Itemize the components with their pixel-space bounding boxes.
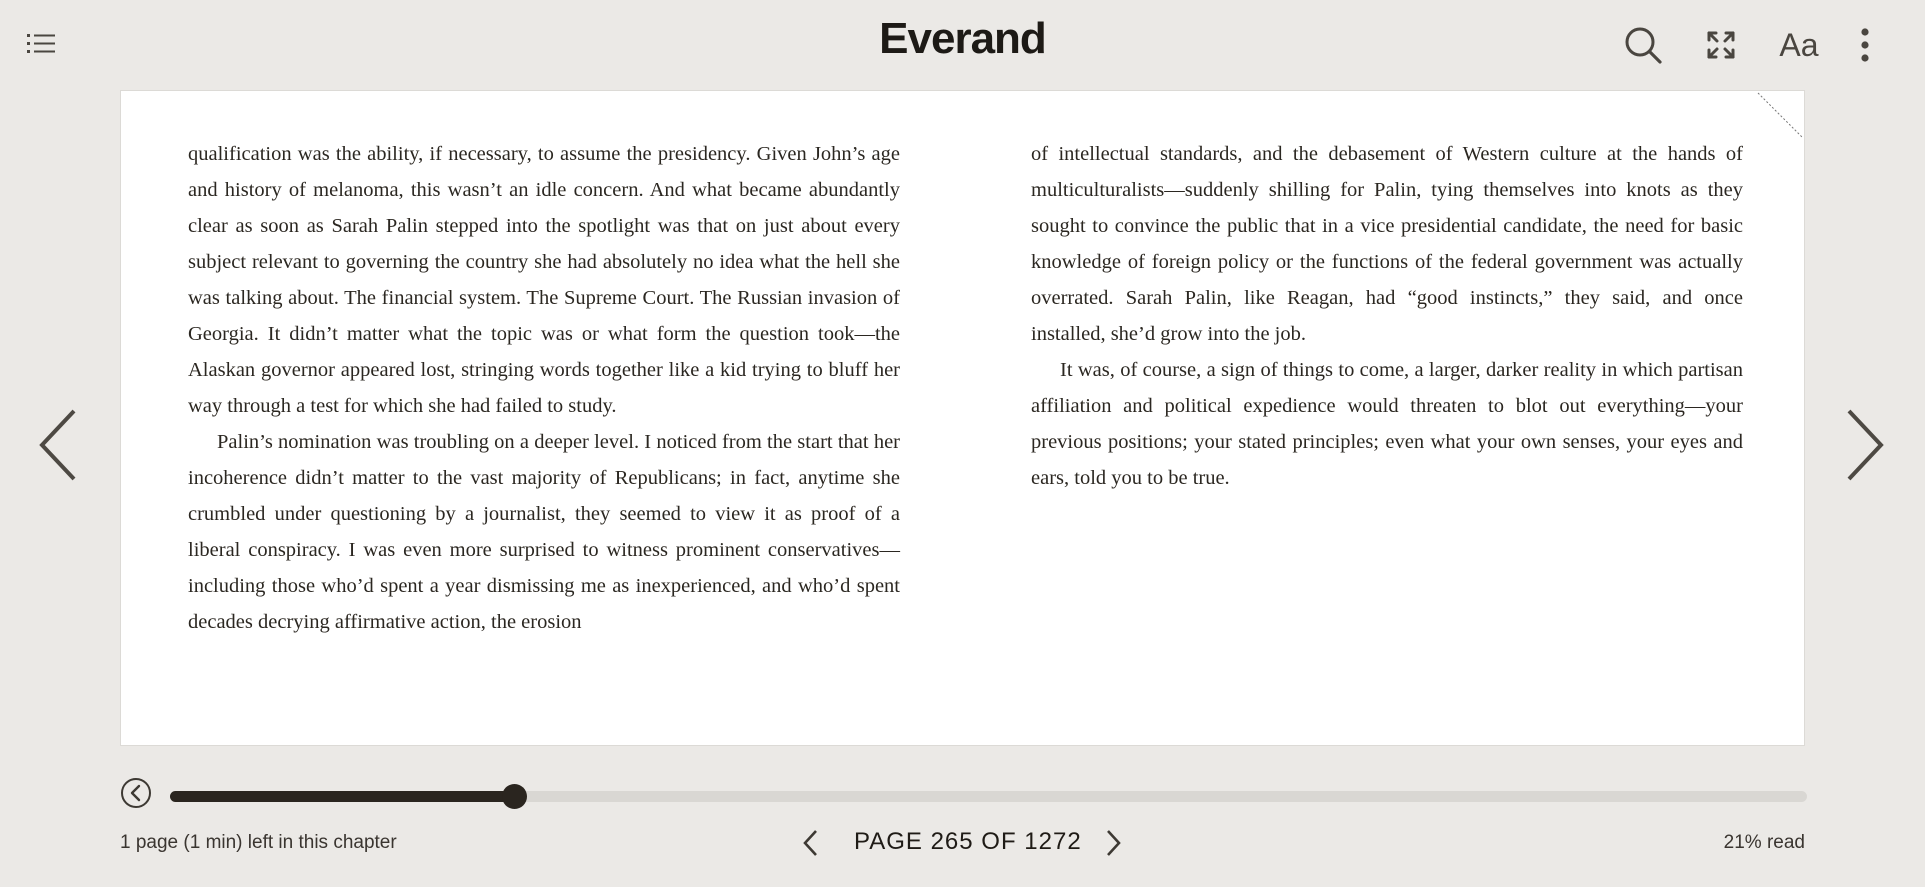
chevron-left-icon: [39, 409, 76, 481]
progress-thumb[interactable]: [501, 784, 527, 809]
paragraph: Palin’s nomination was troubling on a de…: [188, 431, 900, 633]
reading-progress-slider[interactable]: [170, 784, 1807, 809]
left-text-column: qualification was the ability, if necess…: [188, 136, 900, 640]
previous-page-button[interactable]: [28, 405, 88, 485]
text-settings-button[interactable]: Aa: [1774, 22, 1824, 68]
page-corner-fold[interactable]: [1756, 91, 1804, 139]
percent-read-text: 21% read: [1723, 832, 1805, 853]
next-page-button[interactable]: [1835, 405, 1895, 485]
chevron-left-icon: [803, 830, 817, 856]
paragraph: It was, of course, a sign of things to c…: [1031, 359, 1743, 489]
fullscreen-button[interactable]: [1700, 24, 1742, 66]
search-button[interactable]: [1620, 22, 1666, 68]
more-options-icon: [1861, 28, 1869, 62]
paragraph: qualification was the ability, if necess…: [188, 143, 900, 417]
text-settings-icon: Aa: [1779, 26, 1819, 63]
footer-previous-page-button[interactable]: [795, 828, 825, 858]
chevron-right-icon: [1107, 830, 1121, 856]
more-options-button[interactable]: [1852, 24, 1878, 66]
book-page: qualification was the ability, if necess…: [120, 90, 1805, 746]
page-indicator: PAGE 265 OF 1272: [854, 828, 1082, 855]
back-circle-icon: [121, 778, 151, 808]
back-to-position-button[interactable]: [119, 776, 153, 810]
progress-fill: [170, 791, 514, 802]
right-text-column: of intellectual standards, and the debas…: [1031, 136, 1743, 496]
footer-next-page-button[interactable]: [1099, 828, 1129, 858]
chapter-remaining-text: 1 page (1 min) left in this chapter: [120, 832, 397, 853]
chevron-right-icon: [1847, 409, 1884, 481]
fullscreen-icon: [1707, 31, 1735, 59]
paragraph: of intellectual standards, and the debas…: [1031, 143, 1743, 345]
search-icon: [1625, 27, 1662, 64]
